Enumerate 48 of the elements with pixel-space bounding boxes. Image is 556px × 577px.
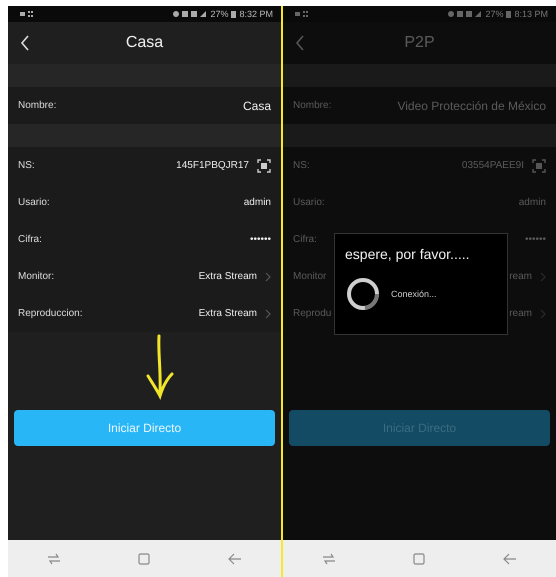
battery-percent: 27% — [210, 9, 228, 19]
dialog-title: espere, por favor..... — [345, 246, 471, 262]
field-value: Video Protección de México — [397, 98, 546, 112]
recent-apps-icon[interactable] — [46, 552, 61, 564]
field-value: •••••• — [250, 234, 271, 245]
notification-icons — [20, 10, 36, 18]
battery-icon — [506, 10, 512, 18]
battery-icon — [231, 10, 236, 18]
field-label: NS: — [18, 160, 35, 171]
field-label: Nombre: — [293, 100, 332, 111]
field-value: Extra Stream — [198, 308, 257, 319]
loading-spinner-icon — [345, 276, 381, 312]
signal-icons — [173, 10, 208, 18]
field-value: Casa — [242, 98, 271, 112]
field-value: admin — [518, 197, 546, 208]
field-value: admin — [244, 197, 271, 208]
recent-apps-icon[interactable] — [322, 552, 336, 564]
field-label: Monitor: — [18, 271, 54, 282]
chevron-right-icon[interactable] — [265, 272, 271, 282]
field-value: ream — [509, 271, 532, 282]
field-value: 145F1PBQJR17 — [176, 160, 249, 171]
field-value: ream — [509, 308, 532, 319]
field-label: NS: — [293, 160, 310, 171]
home-icon[interactable] — [413, 552, 426, 564]
field-label: Usario: — [293, 197, 325, 208]
back-arrow-icon[interactable] — [503, 552, 518, 564]
start-live-button[interactable]: Iniciar Directo — [14, 410, 275, 446]
signal-icons — [448, 10, 482, 18]
status-time: 8:13 PM — [514, 9, 548, 19]
field-label: Cifra: — [293, 234, 317, 245]
field-label: Reproduccion: — [18, 308, 82, 319]
field-label: Nombre: — [18, 100, 56, 111]
field-label: Reprodu — [293, 308, 332, 319]
battery-percent: 27% — [485, 9, 504, 19]
field-label: Usario: — [18, 197, 50, 208]
field-label: Monitor — [293, 271, 326, 282]
status-time: 8:32 PM — [239, 9, 273, 19]
field-label: Cifra: — [18, 234, 42, 245]
home-icon[interactable] — [138, 552, 150, 564]
screen-title: P2P — [404, 34, 435, 52]
back-arrow-icon[interactable] — [228, 552, 242, 564]
field-value: •••••• — [524, 234, 546, 245]
field-value: Extra Stream — [198, 271, 257, 282]
notification-icons — [295, 10, 311, 18]
screen-title: Casa — [126, 34, 164, 52]
dialog-message: Conexión... — [391, 289, 437, 299]
field-value: 03554PAEE9I — [462, 160, 524, 171]
chevron-right-icon[interactable] — [265, 308, 271, 318]
